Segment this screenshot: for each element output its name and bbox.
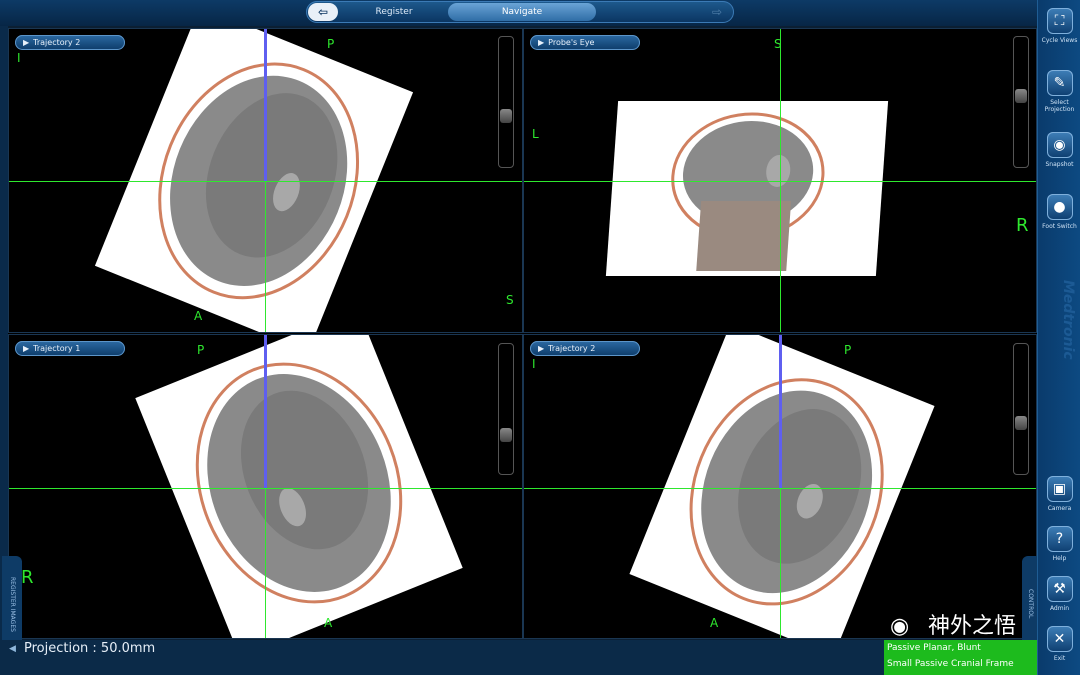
- play-icon: ▶: [538, 38, 545, 47]
- forward-arrow-icon[interactable]: ⇨: [702, 3, 732, 21]
- probe-trajectory-line: [264, 29, 267, 181]
- ct-slice-image: [135, 335, 463, 638]
- watermark-text: 神外之悟: [928, 614, 1017, 639]
- play-icon: ▶: [23, 38, 30, 47]
- tool-label: Admin: [1049, 605, 1070, 612]
- back-arrow-icon[interactable]: ⇦: [308, 3, 338, 21]
- orient-label-top: P: [197, 343, 205, 357]
- close-icon: ✕: [1046, 626, 1073, 652]
- top-navigation-bar: ⇦ Register Navigate ⇨: [0, 0, 1080, 26]
- play-icon: ▶: [23, 344, 30, 353]
- snapshot-button[interactable]: ◉ Snapshot: [1038, 132, 1080, 168]
- probe-trajectory-line: [779, 335, 782, 488]
- view-label-text: Probe's Eye: [548, 38, 595, 47]
- play-icon: ▶: [538, 344, 545, 353]
- tab-navigate[interactable]: Navigate: [448, 3, 596, 21]
- help-icon: ?: [1046, 526, 1073, 552]
- admin-button[interactable]: ⚒ Admin: [1038, 576, 1080, 612]
- crosshair-vertical: [780, 29, 781, 332]
- register-images-tab-label: REGISTER IMAGES: [9, 576, 16, 632]
- view-probes-eye[interactable]: ▶ Probe's Eye S L R: [523, 28, 1037, 333]
- orient-label-left: I: [17, 51, 21, 65]
- tool-label: Snapshot: [1045, 161, 1074, 168]
- tool-label: Cycle Views: [1041, 37, 1078, 44]
- help-button[interactable]: ? Help: [1038, 526, 1080, 562]
- view-label-button[interactable]: ▶ Trajectory 2: [15, 35, 125, 50]
- orient-label-bottom: A: [324, 616, 333, 630]
- slider-thumb[interactable]: [1015, 89, 1027, 103]
- orient-label-top: S: [774, 37, 782, 51]
- view-label-button[interactable]: ▶ Trajectory 2: [530, 341, 640, 356]
- image-viewport-grid: ▶ Trajectory 2 P A S I ▶ Probe's Eye S L R: [8, 28, 1037, 639]
- tool-label: Help: [1052, 555, 1067, 562]
- slice-slider[interactable]: [498, 343, 514, 475]
- ct-slice-image: [605, 101, 889, 276]
- probe-trajectory-line: [264, 335, 267, 488]
- view-label-button[interactable]: ▶ Trajectory 1: [15, 341, 125, 356]
- control-tab-label: CONTROL: [1027, 589, 1034, 619]
- view-trajectory-2-top[interactable]: ▶ Trajectory 2 P A S I: [8, 28, 523, 333]
- wrench-icon: ⚒: [1046, 576, 1073, 602]
- view-label-text: Trajectory 1: [33, 344, 81, 353]
- left-edge-strip: [0, 26, 8, 640]
- orient-label-left: L: [532, 127, 539, 141]
- register-images-tab[interactable]: REGISTER IMAGES: [2, 556, 22, 652]
- foot-switch-icon: ●: [1046, 194, 1073, 220]
- select-projection-icon: ✎: [1046, 70, 1073, 96]
- orient-label-left: I: [532, 357, 536, 371]
- camera-icon: ▣: [1046, 476, 1073, 502]
- view-label-text: Trajectory 2: [33, 38, 81, 47]
- slice-slider[interactable]: [1013, 343, 1029, 475]
- view-label-button[interactable]: ▶ Probe's Eye: [530, 35, 640, 50]
- right-tool-panel: ⛶ Cycle Views ✎ Select Projection ◉ Snapsho…: [1037, 0, 1080, 675]
- skull-slice-graphic: [195, 362, 403, 604]
- orient-label-bottom: A: [194, 309, 203, 323]
- skull-slice-graphic: [689, 378, 884, 606]
- exit-button[interactable]: ✕ Exit: [1038, 626, 1080, 662]
- ct-slice-image: [629, 335, 935, 638]
- instrument-line-2: Small Passive Cranial Frame: [887, 659, 1014, 669]
- cycle-views-icon: ⛶: [1046, 8, 1073, 34]
- camera-button[interactable]: ▣ Camera: [1038, 476, 1080, 512]
- view-trajectory-1[interactable]: ▶ Trajectory 1 P A R: [8, 334, 523, 639]
- slider-thumb[interactable]: [1015, 416, 1027, 430]
- camera-snapshot-icon: ◉: [1046, 132, 1073, 158]
- tab-register[interactable]: Register: [340, 3, 448, 21]
- slice-slider[interactable]: [498, 36, 514, 168]
- view-trajectory-2-bottom[interactable]: ▶ Trajectory 2 P A I: [523, 334, 1037, 639]
- watermark: ◉ 神外之悟: [890, 612, 1016, 642]
- instrument-status: Passive Planar, Blunt Small Passive Cran…: [884, 640, 1037, 675]
- slice-slider[interactable]: [1013, 36, 1029, 168]
- control-tab[interactable]: CONTROL: [1022, 556, 1038, 652]
- status-bar: ◀ Projection : 50.0mm: [0, 640, 1037, 675]
- skull-slice-graphic: [671, 112, 825, 271]
- orient-label-top: P: [844, 343, 852, 357]
- tool-label: Select Projection: [1044, 99, 1075, 113]
- select-projection-button[interactable]: ✎ Select Projection: [1038, 70, 1080, 113]
- tool-label: Exit: [1053, 655, 1066, 662]
- slider-thumb[interactable]: [500, 109, 512, 123]
- instrument-line-1: Passive Planar, Blunt: [887, 643, 981, 653]
- expand-arrow-icon[interactable]: ◀: [9, 644, 16, 654]
- slider-thumb[interactable]: [500, 428, 512, 442]
- orient-label-right: S: [506, 293, 514, 307]
- orient-label-bottom: A: [710, 616, 719, 630]
- foot-switch-button[interactable]: ● Foot Switch: [1038, 194, 1080, 230]
- projection-readout: Projection : 50.0mm: [24, 641, 156, 656]
- view-label-text: Trajectory 2: [548, 344, 596, 353]
- orient-label-top: P: [327, 37, 335, 51]
- orient-label-right: R: [1016, 215, 1029, 236]
- orient-label-left: R: [21, 567, 34, 588]
- workflow-nav: ⇦ Register Navigate ⇨: [306, 1, 734, 23]
- tool-label: Foot Switch: [1042, 223, 1077, 230]
- brand-logo: Medtronic: [1060, 280, 1076, 360]
- tool-label: Camera: [1047, 505, 1072, 512]
- chat-bubble-icon: ◉: [890, 614, 910, 639]
- cycle-views-button[interactable]: ⛶ Cycle Views: [1038, 8, 1080, 44]
